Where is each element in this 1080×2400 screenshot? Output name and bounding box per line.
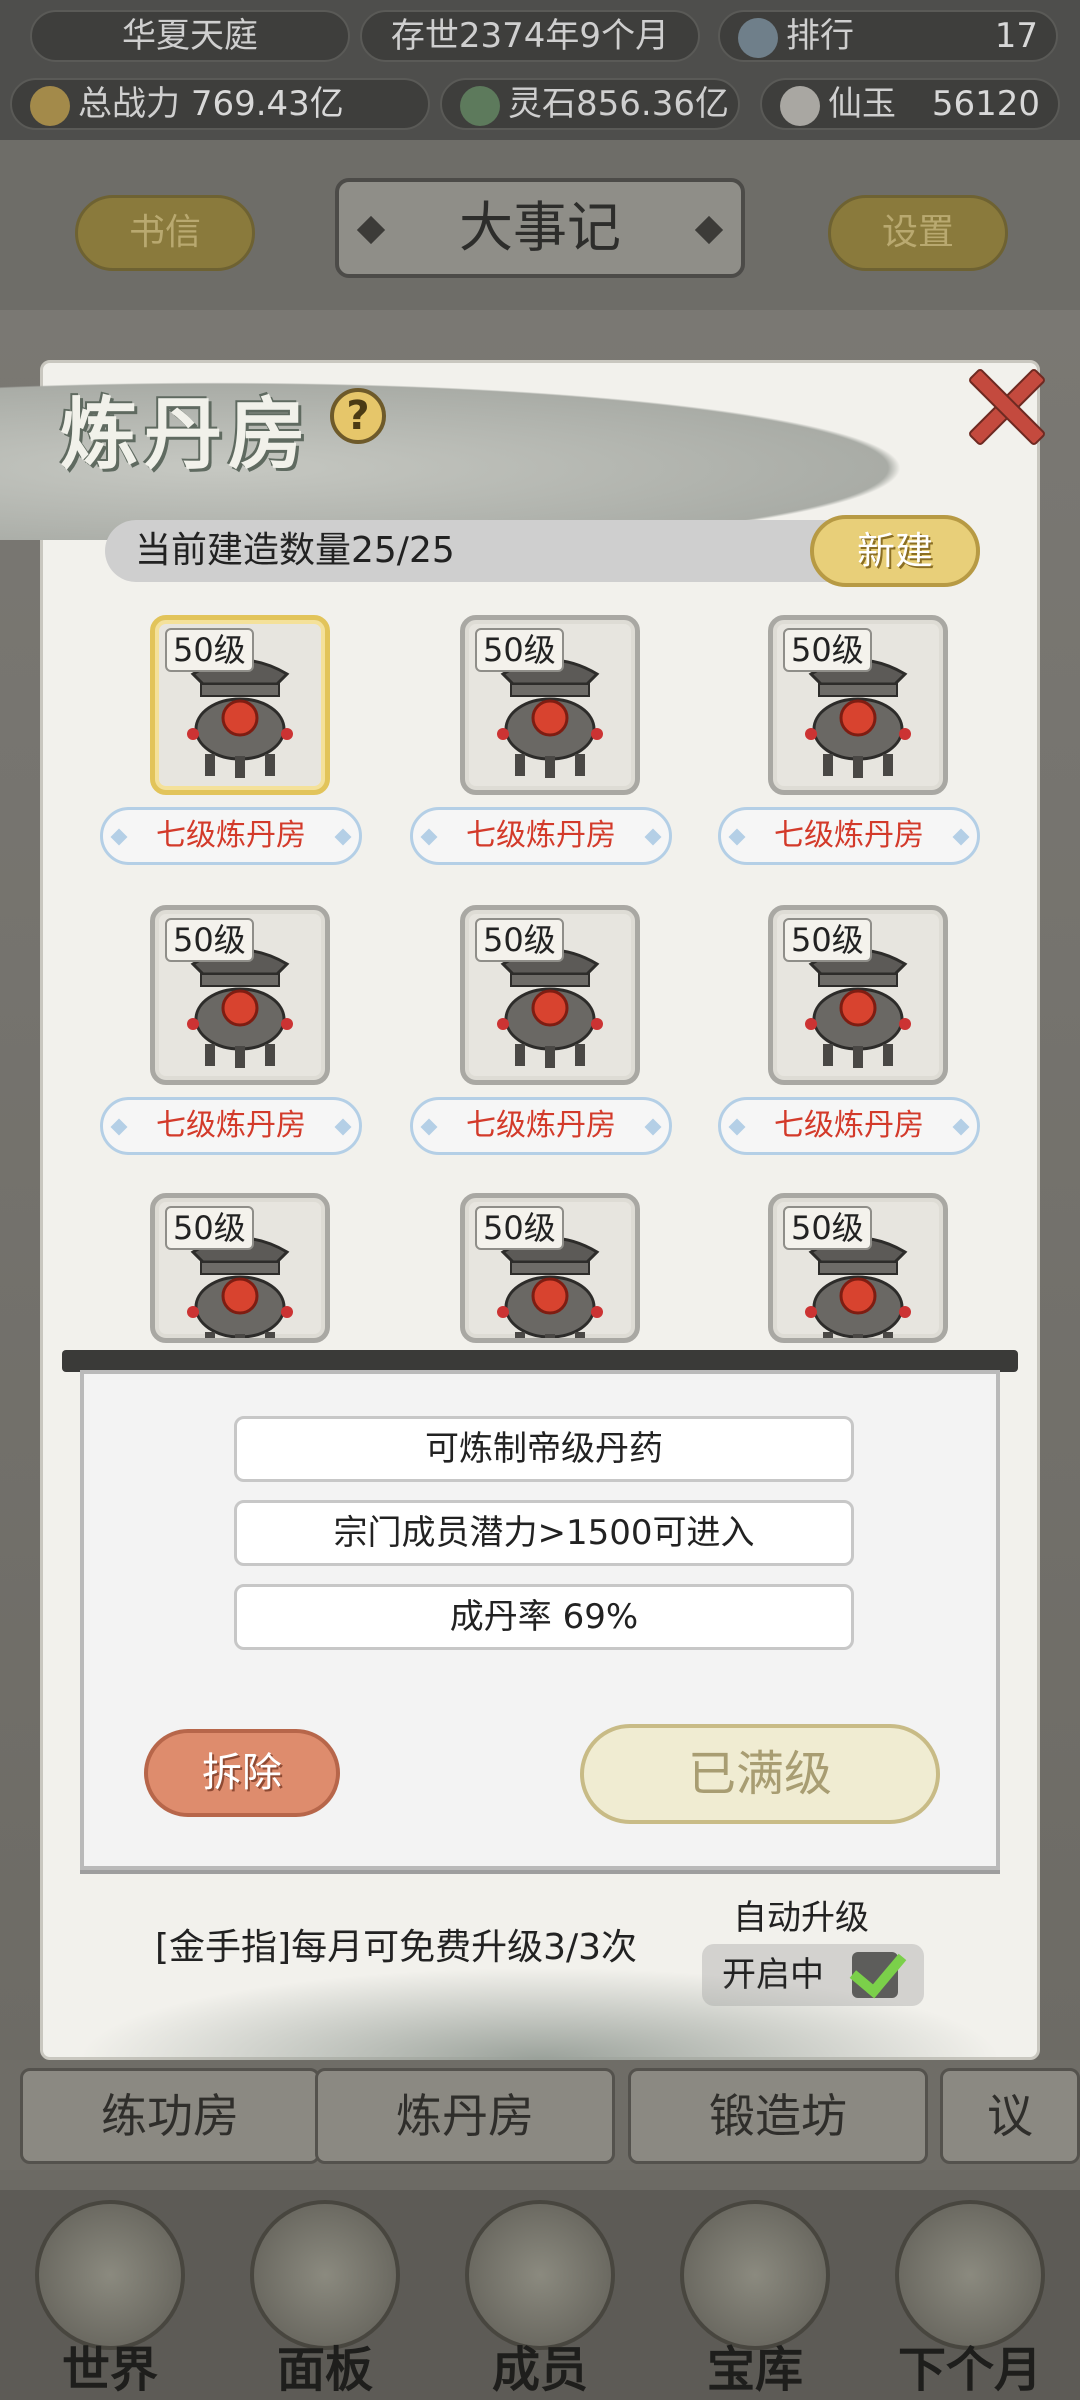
- room-thumbnail[interactable]: 50级: [768, 1193, 948, 1343]
- jade-value: 56120: [931, 84, 1040, 124]
- room-thumbnail[interactable]: 50级: [768, 905, 948, 1085]
- panel-icon: [250, 2200, 400, 2350]
- auto-upgrade-label: 自动升级: [733, 1898, 869, 1938]
- room-cell[interactable]: 50级七级炼丹房: [410, 615, 672, 885]
- nav-treasury[interactable]: 宝库: [665, 2200, 845, 2400]
- title-ornament-right: [694, 215, 724, 245]
- nav-panel[interactable]: 面板: [235, 2200, 415, 2400]
- golden-finger-text: [金手指]每月可免费升级3/3次: [155, 1927, 638, 1968]
- room-thumbnail[interactable]: 50级: [460, 615, 640, 795]
- rank-icon: [738, 17, 778, 58]
- sect-name: 华夏天庭: [30, 10, 350, 62]
- nav-treasury-label: 宝库: [706, 2342, 803, 2398]
- room-level: 50级: [783, 628, 872, 672]
- room-level: 50级: [165, 918, 254, 962]
- tab-council[interactable]: 议: [940, 2068, 1080, 2164]
- spirit-stone-icon: [460, 85, 500, 126]
- room-level: 50级: [165, 1206, 254, 1250]
- nav-panel-label: 面板: [276, 2342, 373, 2398]
- jade-label: 仙玉: [828, 84, 896, 124]
- tab-training-room[interactable]: 练功房: [20, 2068, 320, 2164]
- top-status-bar: 华夏天庭 存世2374年9个月 排行 17 总战力 769.43亿 灵石856.…: [0, 0, 1080, 140]
- total-power: 总战力 769.43亿: [10, 78, 430, 130]
- page-title-text: 大事记: [459, 196, 621, 259]
- room-name: 七级炼丹房: [100, 807, 362, 865]
- auto-upgrade-toggle[interactable]: 开启中: [702, 1944, 924, 2006]
- room-cell[interactable]: 50级七级炼丹房: [410, 905, 672, 1175]
- nav-world-label: 世界: [61, 2342, 158, 2398]
- stat-pill-entry: 宗门成员潜力>1500可进入: [234, 1500, 854, 1566]
- next-month-icon: [895, 2200, 1045, 2350]
- nav-world[interactable]: 世界: [20, 2200, 200, 2400]
- room-detail-panel: 可炼制帝级丹药 宗门成员潜力>1500可进入 成丹率 69% 拆除 已满级: [80, 1370, 1000, 1870]
- room-level: 50级: [475, 1206, 564, 1250]
- room-name: 七级炼丹房: [410, 1097, 672, 1155]
- room-thumbnail[interactable]: 50级: [460, 1193, 640, 1343]
- room-thumbnail[interactable]: 50级: [150, 905, 330, 1085]
- settings-button[interactable]: 设置: [828, 195, 1008, 271]
- room-level: 50级: [475, 918, 564, 962]
- help-icon[interactable]: ?: [330, 388, 386, 444]
- room-cell[interactable]: 50级七级炼丹房: [100, 905, 362, 1175]
- rank-value: 17: [994, 16, 1038, 56]
- jade-icon: [780, 85, 820, 126]
- members-icon: [465, 2200, 615, 2350]
- checkmark-icon: [852, 1952, 898, 1998]
- room-cell[interactable]: 50级七级炼丹房: [100, 615, 362, 885]
- page-title: 大事记: [335, 178, 745, 278]
- tab-forge[interactable]: 锻造坊: [628, 2068, 928, 2164]
- rank-label: 排行: [786, 16, 854, 56]
- max-level-button[interactable]: 已满级: [580, 1724, 940, 1824]
- detail-divider: [62, 1350, 1018, 1372]
- auto-upgrade-state: 开启中: [722, 1955, 824, 1995]
- stat-pill-success-rate: 成丹率 69%: [234, 1584, 854, 1650]
- world-icon: [35, 2200, 185, 2350]
- power-icon: [30, 85, 70, 126]
- modal-title: 炼丹房: [60, 389, 313, 480]
- room-thumbnail[interactable]: 50级: [150, 615, 330, 795]
- power-value: 769.43亿: [190, 84, 344, 124]
- stat-pill-grade: 可炼制帝级丹药: [234, 1416, 854, 1482]
- treasury-icon: [680, 2200, 830, 2350]
- room-thumbnail[interactable]: 50级: [150, 1193, 330, 1343]
- new-build-button[interactable]: 新建: [810, 515, 980, 587]
- tab-alchemy-room[interactable]: 炼丹房: [315, 2068, 615, 2164]
- rank-display[interactable]: 排行 17: [718, 10, 1058, 62]
- spirit-stone[interactable]: 灵石856.36亿: [440, 78, 740, 130]
- room-cell[interactable]: 50级七级炼丹房: [718, 615, 980, 885]
- era-display: 存世2374年9个月: [360, 10, 700, 62]
- nav-next-month-label: 下个月: [897, 2342, 1042, 2398]
- jade-currency[interactable]: 仙玉 56120: [760, 78, 1060, 130]
- room-level: 50级: [783, 918, 872, 962]
- close-icon[interactable]: [960, 360, 1046, 446]
- room-level: 50级: [783, 1206, 872, 1250]
- spirit-stone-value: 灵石856.36亿: [508, 84, 729, 124]
- room-name: 七级炼丹房: [100, 1097, 362, 1155]
- room-level: 50级: [165, 628, 254, 672]
- nav-members[interactable]: 成员: [450, 2200, 630, 2400]
- power-label: 总战力: [78, 84, 180, 124]
- room-thumbnail[interactable]: 50级: [768, 615, 948, 795]
- room-cell[interactable]: 50级七级炼丹房: [718, 905, 980, 1175]
- demolish-button[interactable]: 拆除: [144, 1729, 340, 1817]
- nav-members-label: 成员: [491, 2342, 588, 2398]
- room-name: 七级炼丹房: [718, 1097, 980, 1155]
- title-ornament-left: [356, 215, 386, 245]
- room-name: 七级炼丹房: [410, 807, 672, 865]
- letters-button[interactable]: 书信: [75, 195, 255, 271]
- room-thumbnail[interactable]: 50级: [460, 905, 640, 1085]
- room-level: 50级: [475, 628, 564, 672]
- room-name: 七级炼丹房: [718, 807, 980, 865]
- nav-next-month[interactable]: 下个月: [880, 2200, 1060, 2400]
